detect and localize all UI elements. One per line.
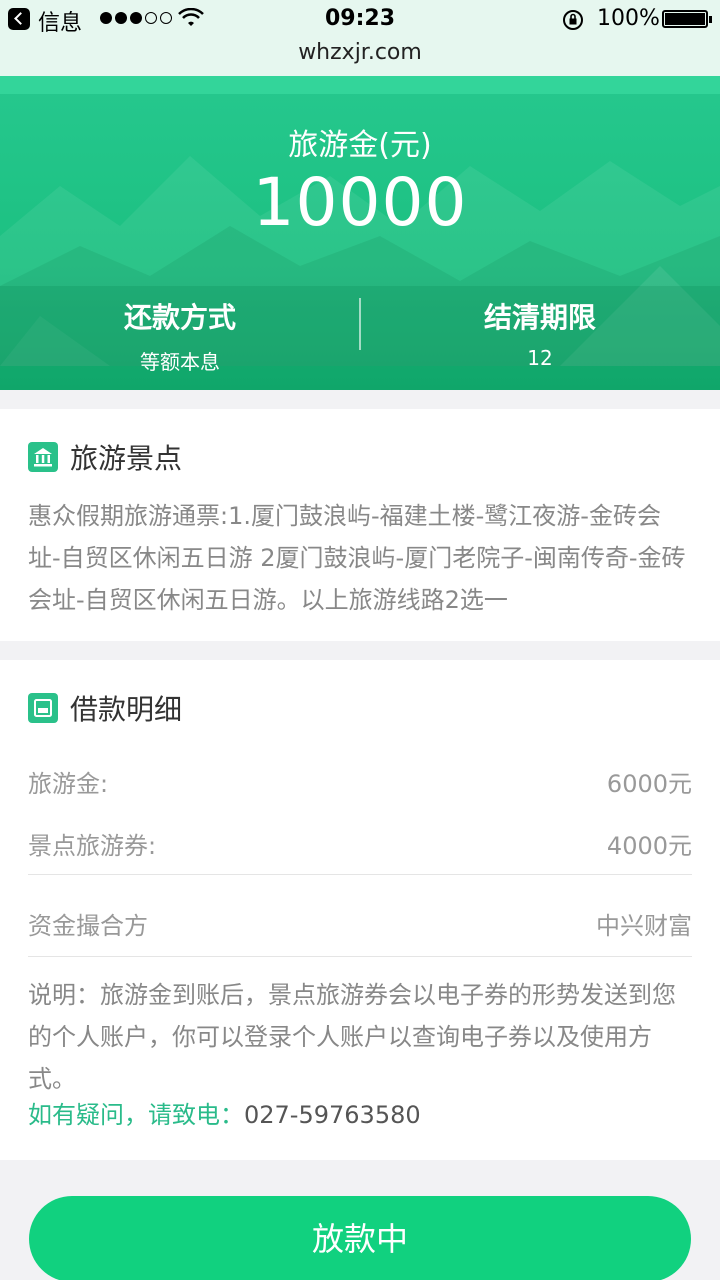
loan-term-value: 12 <box>527 346 553 370</box>
hero-amount: 10000 <box>252 164 468 241</box>
attractions-description: 惠众假期旅游通票:1.厦门鼓浪屿-福建土楼-鹭江夜游-金砖会址-自贸区休闲五日游… <box>28 502 686 614</box>
attractions-header: 旅游景点 <box>28 437 182 477</box>
contact-phone-link[interactable]: 027-59763580 <box>244 1101 421 1129</box>
detail-row-travel-fund: 旅游金: 6000元 <box>28 764 692 804</box>
detail-row-funder: 资金撮合方 中兴财富 <box>28 906 692 946</box>
landmark-icon <box>28 442 58 472</box>
disbursing-status-button[interactable]: 放款中 <box>29 1196 691 1280</box>
contact-line: 如有疑问，请致电：027-59763580 <box>28 1095 421 1130</box>
repay-method-label: 还款方式 <box>123 301 236 334</box>
battery-icon <box>662 10 712 28</box>
divider <box>28 874 692 875</box>
repay-method-value: 等额本息 <box>140 350 220 374</box>
rotation-lock-icon <box>563 10 583 30</box>
detail-row-voucher: 景点旅游券: 4000元 <box>28 826 692 866</box>
hero-divider <box>359 298 361 350</box>
loan-detail-header: 借款明细 <box>28 688 182 728</box>
repay-method: 还款方式 等额本息 <box>0 286 360 390</box>
contact-prompt: 如有疑问，请致电： <box>28 1101 244 1129</box>
detail-row-label: 资金撮合方 <box>28 912 148 940</box>
loan-term-label: 结清期限 <box>483 301 596 334</box>
hero-banner: 旅游金(元) 10000 还款方式 等额本息 结清期限 12 <box>0 76 720 390</box>
ledger-icon <box>28 693 58 723</box>
loan-term: 结清期限 12 <box>360 286 720 390</box>
detail-row-value: 6000元 <box>606 770 692 798</box>
detail-row-label: 景点旅游券: <box>28 832 157 860</box>
hero-title: 旅游金(元) <box>288 128 432 163</box>
divider <box>28 956 692 957</box>
url-bar[interactable]: whzxjr.com <box>0 40 720 65</box>
attractions-card: 旅游景点 惠众假期旅游通票:1.厦门鼓浪屿-福建土楼-鹭江夜游-金砖会址-自贸区… <box>0 409 720 641</box>
detail-row-value: 4000元 <box>606 832 692 860</box>
detail-row-label: 旅游金: <box>28 770 109 798</box>
loan-detail-title: 借款明细 <box>70 693 183 726</box>
explanation-note: 说明：旅游金到账后，景点旅游券会以电子券的形势发送到您的个人账户，你可以登录个人… <box>28 981 676 1093</box>
attractions-title: 旅游景点 <box>70 442 183 475</box>
detail-row-value: 中兴财富 <box>596 912 692 940</box>
status-bar: 信息 09:23 100% <box>0 0 720 38</box>
hero-top-strip <box>0 76 720 94</box>
battery-percentage: 100% <box>597 6 660 31</box>
browser-top-bar: 信息 09:23 100% whzxjr.com <box>0 0 720 76</box>
loan-detail-card: 借款明细 旅游金: 6000元 景点旅游券: 4000元 资金撮合方 中兴财富 … <box>0 660 720 1160</box>
